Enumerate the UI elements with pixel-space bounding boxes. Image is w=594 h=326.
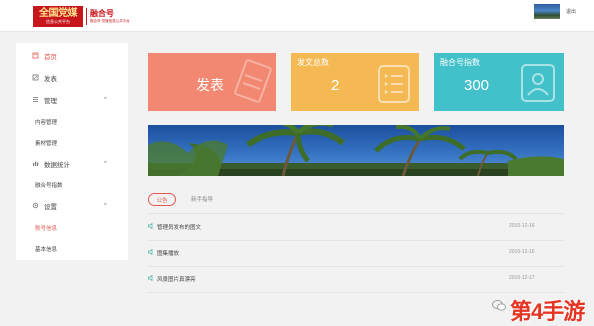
posts-total-card: 发文总数 2 [291, 53, 419, 111]
sidebar-item-label: 融合号指数 [35, 182, 63, 189]
sidebar-item-manage[interactable]: 管理 ^ [16, 89, 128, 110]
sidebar-item-label: 首页 [44, 53, 57, 61]
list-icon [32, 96, 39, 103]
tab-notice[interactable]: 公告 [148, 193, 176, 206]
banner-image [148, 125, 564, 176]
sidebar-item-material-manage[interactable]: 素材管理 [16, 132, 128, 153]
notice-tabs: 公告 新手指导 [148, 191, 564, 213]
list-item[interactable]: 图集播放 2016-12-16 [148, 240, 564, 267]
sidebar-item-label: 素材管理 [35, 140, 58, 147]
sidebar-item-label: 设置 [44, 203, 57, 211]
sidebar-item-label: 发表 [44, 75, 57, 83]
notice-title: 管理员发布的图文 [157, 225, 202, 231]
sidebar-item-stats[interactable]: 数据统计 ^ [16, 153, 128, 174]
sidebar: 首页 发表 管理 ^ 内容管理 素材管理 数据统计 ^ 融合号指数 设置 ^ 账… [16, 43, 128, 260]
watermark-text: 第4手游 [510, 299, 585, 324]
sidebar-item-publish[interactable]: 发表 [16, 67, 128, 88]
logo-divider [86, 8, 87, 25]
sidebar-item-settings[interactable]: 设置 ^ [16, 195, 128, 216]
logo-main-text: 全国党媒 [39, 8, 78, 19]
speaker-icon [148, 248, 154, 256]
chevron-up-icon: ^ [104, 202, 107, 209]
fusion-index-value: 300 [464, 77, 490, 94]
posts-total-label: 发文总数 [297, 58, 329, 67]
notice-date: 2016-12-17 [509, 275, 535, 281]
wechat-icon [492, 300, 506, 311]
list-item[interactable]: 管理员发布的图文 2016-12-16 [148, 214, 564, 241]
chevron-up-icon: ^ [104, 96, 107, 103]
speaker-icon [148, 274, 154, 282]
sidebar-item-label: 数据统计 [44, 161, 70, 169]
site-logo[interactable]: 全国党媒 信息公共平台 融合号 融合号·党媒信息公共平台 [33, 6, 130, 27]
sidebar-item-index[interactable]: 融合号指数 [16, 174, 128, 195]
fusion-index-card: 融合号指数 300 [434, 53, 564, 111]
sidebar-item-content-manage[interactable]: 内容管理 [16, 111, 128, 132]
watermark: 第4手游 [492, 294, 592, 324]
edit-icon [32, 74, 39, 81]
sidebar-item-label: 账号信息 [35, 225, 58, 232]
sidebar-item-label: 基本信息 [35, 246, 58, 253]
logo-secondary-title: 融合号 [90, 9, 114, 18]
logo-secondary: 融合号 融合号·党媒信息公共平台 [90, 6, 130, 27]
publish-card[interactable]: 发表 [148, 53, 276, 111]
posts-total-value: 2 [331, 77, 340, 94]
palm-tree-illustration [148, 125, 564, 176]
logo-secondary-sub: 融合号·党媒信息公共平台 [90, 19, 130, 23]
logout-link[interactable]: 退出 [566, 8, 576, 15]
logo-badge: 全国党媒 信息公共平台 [33, 6, 83, 27]
publish-card-label: 发表 [196, 77, 224, 93]
sidebar-item-label: 管理 [44, 97, 57, 105]
gear-icon [32, 202, 39, 209]
sidebar-item-home[interactable]: 首页 [16, 45, 128, 66]
notice-title: 图集播放 [157, 251, 180, 257]
sidebar-item-account-info[interactable]: 账号信息 [16, 217, 128, 238]
logo-sub-text: 信息公共平台 [46, 19, 70, 24]
tab-guide[interactable]: 新手指导 [191, 195, 213, 203]
top-bar: 全国党媒 信息公共平台 融合号 融合号·党媒信息公共平台 退出 [0, 0, 594, 32]
speaker-icon [148, 222, 154, 230]
notice-date: 2016-12-16 [509, 223, 535, 229]
home-icon [32, 52, 39, 59]
notice-date: 2016-12-16 [509, 249, 535, 255]
avatar[interactable] [534, 4, 560, 19]
chevron-up-icon: ^ [104, 160, 107, 167]
chart-icon [32, 160, 39, 167]
sidebar-item-label: 内容管理 [35, 119, 58, 126]
fusion-index-label: 融合号指数 [440, 58, 480, 67]
sidebar-item-basic-info[interactable]: 基本信息 [16, 238, 128, 259]
notice-title: 风景图片真漂亮 [157, 277, 196, 283]
list-item[interactable]: 风景图片真漂亮 2016-12-17 [148, 266, 564, 293]
